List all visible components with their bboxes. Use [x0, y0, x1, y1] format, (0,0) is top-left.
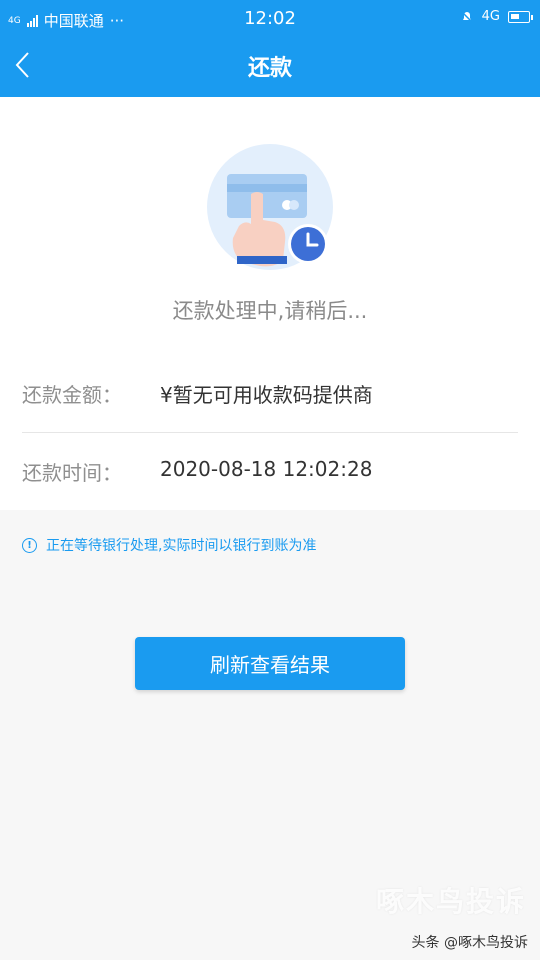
amount-row: 还款金额： ¥暂无可用收款码提供商: [22, 355, 518, 433]
status-bar: 4G 中国联通 ··· 12:02 4G: [0, 0, 540, 38]
repayment-card: 还款处理中,请稍后... 还款金额： ¥暂无可用收款码提供商 还款时间： 202…: [0, 97, 540, 510]
watermark-source: 头条 @啄木鸟投诉: [411, 935, 528, 951]
page-title: 还款: [247, 56, 292, 81]
amount-value: ¥暂无可用收款码提供商: [160, 383, 373, 407]
amount-label: 还款金额：: [22, 383, 122, 407]
time-row: 还款时间： 2020-08-18 12:02:28: [22, 433, 518, 511]
app-header: 4G 中国联通 ··· 12:02 4G 还款: [0, 0, 540, 97]
time-label: 还款时间：: [22, 461, 122, 485]
info-icon: !: [22, 537, 37, 553]
network-type-right: 4G: [481, 9, 500, 24]
refresh-result-button[interactable]: 刷新查看结果: [135, 637, 405, 690]
bank-notice: ! 正在等待银行处理,实际时间以银行到账为准: [22, 534, 522, 556]
do-not-disturb-icon: [461, 10, 473, 23]
card-tap-clock-icon: [207, 144, 333, 270]
notice-text: 正在等待银行处理,实际时间以银行到账为准: [46, 538, 317, 554]
status-icons: 4G: [460, 9, 533, 24]
time-value: 2020-08-18 12:02:28: [160, 457, 373, 481]
watermark-brand: 啄木鸟投诉: [375, 885, 526, 918]
battery-icon: [508, 10, 533, 23]
status-message: 还款处理中,请稍后...: [172, 299, 368, 323]
navigation-bar: 还款: [0, 38, 540, 97]
